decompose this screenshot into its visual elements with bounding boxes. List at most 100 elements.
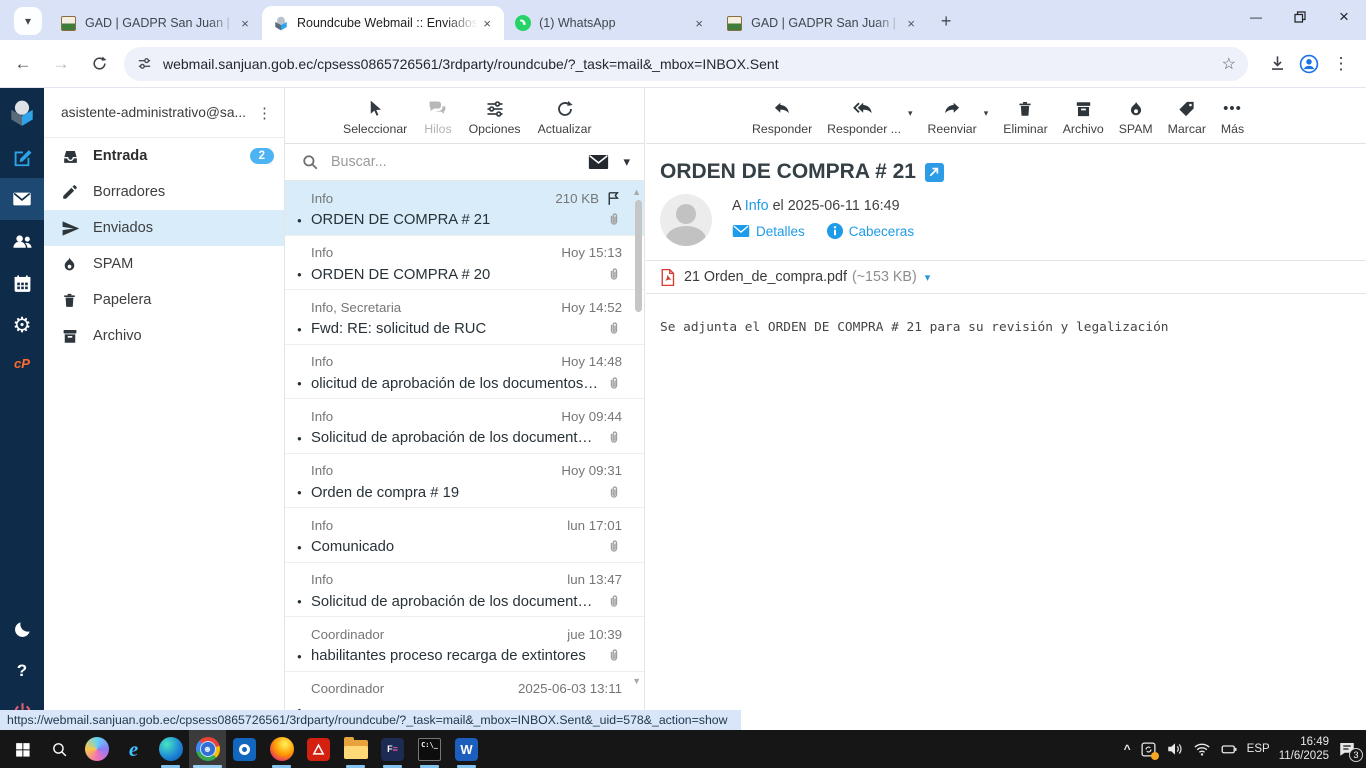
recipient-link[interactable]: Info [745, 198, 769, 214]
search-options-chevron[interactable]: ▾ [623, 154, 630, 170]
folder-item-enviados[interactable]: Enviados [44, 210, 284, 246]
taskbar-acrobat-button[interactable] [300, 730, 337, 768]
contacts-nav-button[interactable] [0, 220, 44, 262]
browser-menu-button[interactable]: ⋮ [1326, 49, 1356, 79]
address-bar[interactable]: webmail.sanjuan.gob.ec/cpsess0865726561/… [124, 47, 1248, 81]
tab-title: GAD | GADPR San Juan | [85, 16, 236, 30]
clock[interactable]: 16:49 11/6/2025 [1279, 735, 1329, 764]
message-list-row[interactable]: InfoHoy 15:13●ORDEN DE COMPRA # 20 [285, 236, 644, 291]
profile-button[interactable] [1294, 49, 1324, 79]
taskbar-search-button[interactable] [41, 730, 78, 768]
details-link[interactable]: Detalles [732, 224, 805, 239]
message-list-row[interactable]: Info, SecretariaHoy 14:52●Fwd: RE: solic… [285, 290, 644, 345]
volume-tray-icon[interactable] [1166, 740, 1184, 758]
account-menu-button[interactable]: ⋮ [253, 104, 276, 122]
message-list-row[interactable]: Info210 KB●ORDEN DE COMPRA # 21 [285, 181, 644, 236]
folder-item-papelera[interactable]: Papelera [44, 282, 284, 318]
cpanel-icon: cP [14, 356, 30, 371]
tab-search-button[interactable]: ▾ [14, 7, 42, 35]
taskbar-outlook-button[interactable] [226, 730, 263, 768]
compose-button[interactable] [0, 136, 44, 178]
taskbar-edge-button[interactable] [152, 730, 189, 768]
message-list-row[interactable]: Coordinadorjue 10:39●habilitantes proces… [285, 617, 644, 672]
message-list-row[interactable]: Infolun 17:01●Comunicado [285, 508, 644, 563]
taskbar-fes-app-button[interactable]: F≡ [374, 730, 411, 768]
taskbar-start-button[interactable] [4, 730, 41, 768]
tab-close-button[interactable]: × [478, 14, 496, 32]
notification-center-button[interactable]: 3 [1338, 740, 1356, 758]
tab-close-button[interactable]: × [690, 14, 708, 32]
reply-button[interactable]: Responder [752, 98, 812, 136]
mail-nav-button[interactable] [0, 178, 44, 220]
taskbar-firefox-button[interactable] [263, 730, 300, 768]
forward-button[interactable]: → [46, 49, 76, 79]
tab-close-button[interactable]: × [236, 14, 254, 32]
forward-caret[interactable]: ▾ [984, 108, 989, 119]
options-button[interactable]: Opciones [469, 98, 521, 136]
search-bar[interactable]: Buscar... ▾ [285, 144, 644, 181]
browser-tab[interactable]: (1) WhatsApp× [504, 6, 716, 40]
taskbar-copilot-button[interactable] [78, 730, 115, 768]
list-scrollbar-thumb[interactable] [635, 200, 642, 312]
bookmark-star-icon[interactable]: ☆ [1222, 54, 1236, 74]
attachment-menu-caret[interactable]: ▾ [925, 271, 931, 284]
folder-item-spam[interactable]: SPAM [44, 246, 284, 282]
pdf-file-icon [660, 268, 675, 287]
roundcube-logo [0, 88, 44, 136]
search-scope-envelope-icon[interactable] [588, 154, 609, 170]
forward-button[interactable]: Reenviar [928, 98, 977, 136]
restore-button[interactable] [1278, 0, 1322, 34]
paperclip-icon [606, 593, 622, 611]
reply-all-button[interactable]: Responder ... [827, 98, 901, 136]
minimize-button[interactable]: — [1234, 0, 1278, 34]
taskbar-file-explorer-button[interactable] [337, 730, 374, 768]
folder-item-borradores[interactable]: Borradores [44, 174, 284, 210]
downloads-button[interactable] [1262, 49, 1292, 79]
more-button[interactable]: ••• Más [1221, 98, 1244, 136]
browser-tab[interactable]: Roundcube Webmail :: Enviados× [262, 6, 504, 40]
back-button[interactable]: ← [8, 49, 38, 79]
sync-tray-icon[interactable] [1140, 741, 1157, 758]
list-scroll-up-arrow[interactable]: ▲ [632, 187, 641, 197]
folder-item-archivo[interactable]: Archivo [44, 318, 284, 354]
attachment-name[interactable]: 21 Orden_de_compra.pdf [684, 269, 847, 285]
threads-button[interactable]: Hilos [424, 98, 451, 136]
cpanel-button[interactable]: cP [0, 346, 44, 380]
reload-button[interactable] [84, 49, 114, 79]
select-button[interactable]: Seleccionar [343, 98, 407, 136]
url-text[interactable]: webmail.sanjuan.gob.ec/cpsess0865726561/… [163, 56, 1222, 72]
refresh-button[interactable]: Actualizar [538, 98, 592, 136]
language-indicator[interactable]: ESP [1247, 743, 1270, 755]
settings-nav-button[interactable]: ⚙ [0, 304, 44, 346]
list-scroll-down-arrow[interactable]: ▼ [632, 676, 641, 686]
message-date-or-size: 210 KB [555, 191, 599, 206]
spam-button[interactable]: SPAM [1119, 98, 1153, 136]
folder-item-entrada[interactable]: Entrada2 [44, 138, 284, 174]
open-in-new-window-button[interactable] [925, 163, 944, 182]
dark-mode-button[interactable] [0, 608, 44, 650]
taskbar-word-button[interactable]: W [448, 730, 485, 768]
wifi-tray-icon[interactable] [1193, 740, 1211, 758]
archive-button[interactable]: Archivo [1063, 98, 1104, 136]
reply-all-caret[interactable]: ▾ [908, 108, 913, 119]
delete-button[interactable]: Eliminar [1003, 98, 1047, 136]
tray-expand-chevron[interactable]: ^ [1124, 742, 1131, 756]
new-tab-button[interactable]: + [932, 7, 960, 35]
calendar-nav-button[interactable] [0, 262, 44, 304]
taskbar-chrome-button[interactable]: ☻ [189, 730, 226, 768]
help-button[interactable]: ? [0, 650, 44, 692]
taskbar-internet-explorer-button[interactable]: e [115, 730, 152, 768]
taskbar-terminal-button[interactable]: C:\_ [411, 730, 448, 768]
message-list-row[interactable]: InfoHoy 14:48●olicitud de aprobación de … [285, 345, 644, 400]
close-window-button[interactable]: × [1322, 0, 1366, 34]
browser-tab[interactable]: GAD | GADPR San Juan |× [716, 6, 928, 40]
browser-tab[interactable]: GAD | GADPR San Juan |× [50, 6, 262, 40]
message-list-row[interactable]: Infolun 13:47●Solicitud de aprobación de… [285, 563, 644, 618]
message-list-row[interactable]: InfoHoy 09:44●Solicitud de aprobación de… [285, 399, 644, 454]
battery-tray-icon[interactable] [1220, 740, 1238, 758]
message-list-row[interactable]: InfoHoy 09:31●Orden de compra # 19 [285, 454, 644, 509]
tab-close-button[interactable]: × [902, 14, 920, 32]
headers-link[interactable]: Cabeceras [827, 223, 914, 239]
mark-button[interactable]: Marcar [1168, 98, 1206, 136]
system-tray: ^ ESP 16:49 11/6/2025 [1124, 735, 1366, 764]
